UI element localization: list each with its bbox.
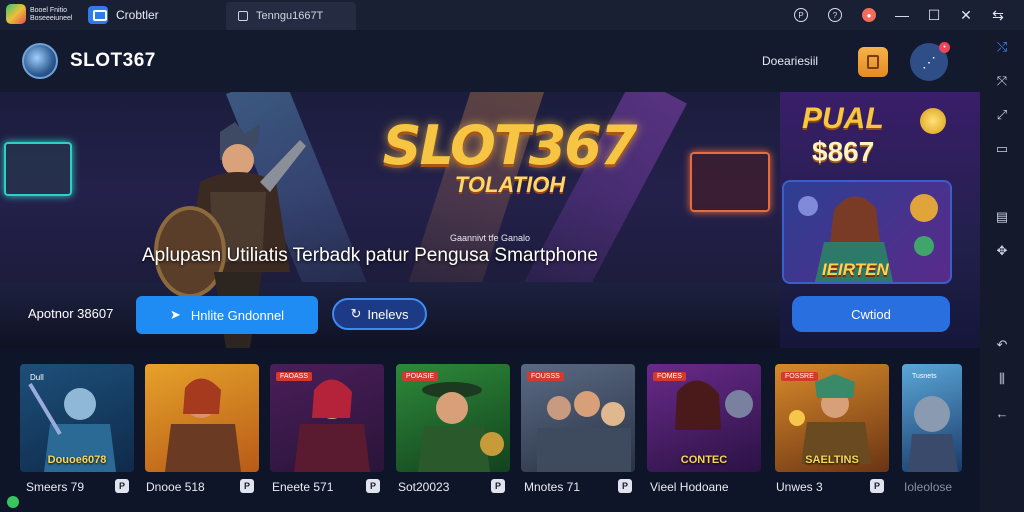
game-card[interactable]: POIASIE bbox=[396, 364, 510, 472]
note-icon[interactable]: ▤ bbox=[980, 200, 1024, 234]
avatar-badge: • bbox=[939, 42, 950, 53]
back-icon[interactable]: ↶ bbox=[980, 328, 1024, 362]
download-icon bbox=[867, 55, 879, 69]
game-art bbox=[165, 378, 241, 472]
home-app-label: Crobtler bbox=[116, 8, 159, 22]
download-button[interactable] bbox=[858, 47, 888, 77]
home-app-tab[interactable]: Crobtler bbox=[88, 6, 228, 24]
game-badge: FOSSRE bbox=[781, 372, 818, 381]
home-arrow-icon[interactable]: ← bbox=[980, 396, 1024, 430]
primary-button-label: Hnlite Gndonnel bbox=[190, 307, 285, 323]
game-art-title: Douoe6078 bbox=[47, 454, 107, 466]
expand-icon[interactable]: ⤧ bbox=[980, 64, 1024, 98]
tab-window-icon bbox=[238, 11, 248, 21]
game-label[interactable]: Dnooe 518 bbox=[146, 480, 205, 494]
titlebar-controls: P ? ● — ☐ ✕ ⇆ bbox=[784, 0, 1024, 30]
coin-icon bbox=[920, 108, 946, 134]
game-card[interactable] bbox=[145, 364, 259, 472]
secondary-button-label: Inelevs bbox=[367, 306, 409, 322]
emulator-sidebar: ⤭ ⤧ ⤢ ▭ ▤ ✥ ↶ ⫼ ← bbox=[980, 30, 1024, 512]
profile-avatar[interactable]: ⋰ • bbox=[910, 42, 950, 81]
game-badge: Dull bbox=[30, 373, 44, 382]
close-icon[interactable]: ✕ bbox=[950, 7, 982, 24]
empty-slot bbox=[980, 166, 1024, 200]
help-circle-icon[interactable]: ? bbox=[828, 8, 842, 22]
minimize-icon[interactable]: — bbox=[886, 7, 918, 23]
brand-name: SLOT367 bbox=[70, 50, 156, 71]
app-version-label: Apotnor 38607 bbox=[28, 306, 114, 321]
app-logo-icon bbox=[22, 43, 58, 79]
game-badge: POIASIE bbox=[402, 372, 439, 381]
empty-slot-2 bbox=[980, 268, 1024, 328]
tab-title: Tenngu1667T bbox=[256, 10, 324, 22]
play-store-icon[interactable]: P bbox=[366, 479, 380, 493]
promo-button[interactable]: Cwtiod bbox=[792, 296, 950, 332]
hero-banner: SLOT367 TOLATIOH Gaannivt tfe Ganalo Apl… bbox=[0, 92, 780, 348]
game-art-title: SAELTINS bbox=[805, 454, 859, 466]
game-card[interactable]: Tusnets bbox=[902, 364, 962, 472]
game-badge: FOUSSS bbox=[527, 372, 564, 381]
hero-small-tag: Gaannivt tfe Ganalo bbox=[450, 233, 531, 243]
notification-icon[interactable]: ● bbox=[862, 8, 876, 22]
puzzle-icon[interactable]: ✥ bbox=[980, 234, 1024, 268]
play-store-icon[interactable]: P bbox=[491, 479, 505, 493]
game-card[interactable]: FOUSSS bbox=[521, 364, 635, 472]
window-titlebar: Booel Fnitio Boseeeiuneel Crobtler Tenng… bbox=[0, 0, 1024, 30]
game-card[interactable]: Dull Douoe6078 bbox=[20, 364, 134, 472]
game-badge: FOMES bbox=[653, 372, 686, 381]
shuffle-icon[interactable]: ⤭ bbox=[980, 30, 1024, 64]
play-store-icon[interactable]: P bbox=[618, 479, 632, 493]
game-badge: Tusnets bbox=[912, 373, 937, 380]
game-card[interactable]: FOMES CONTEC bbox=[647, 364, 761, 472]
promo-panel: PUAL $867 IEIRTEN Cwtiod bbox=[780, 92, 980, 348]
game-label[interactable]: Smeers 79 bbox=[26, 480, 84, 494]
recents-icon[interactable]: ⫼ bbox=[980, 362, 1024, 396]
game-strip: Dull Douoe6078 FAOASS POIASIE FOUSSS FOM… bbox=[0, 348, 980, 512]
neon-sign-left bbox=[4, 142, 72, 196]
game-card[interactable]: FOSSRE SAELTINS bbox=[775, 364, 889, 472]
game-label[interactable]: Unwes 3 bbox=[776, 480, 823, 494]
game-label[interactable]: Sot20023 bbox=[398, 480, 449, 494]
game-art-title: CONTEC bbox=[680, 454, 728, 466]
play-store-icon[interactable]: P bbox=[240, 479, 254, 493]
download-primary-button[interactable]: ➤ Hnlite Gndonnel bbox=[136, 296, 318, 334]
restore-icon[interactable]: ⇆ bbox=[982, 7, 1014, 24]
play-store-icon[interactable]: P bbox=[115, 479, 129, 493]
app-header: SLOT367 Doeariesiil ⋰ • bbox=[0, 30, 980, 92]
active-app-tab[interactable]: Tenngu1667T bbox=[226, 2, 356, 30]
hero-tagline: Aplupasn Utiliatis Terbadk patur Pengusa… bbox=[142, 245, 598, 266]
play-store-icon[interactable]: P bbox=[870, 479, 884, 493]
neon-sign-right bbox=[690, 152, 770, 212]
hero-title: SLOT367 bbox=[382, 114, 638, 177]
bluestacks-logo-icon bbox=[6, 4, 26, 24]
game-badge: FAOASS bbox=[276, 372, 313, 381]
home-window-icon bbox=[88, 6, 108, 24]
game-label[interactable]: Mnotes 71 bbox=[524, 480, 580, 494]
maximize-icon[interactable]: ☐ bbox=[918, 7, 950, 24]
brand-line-1: Booel Fnitio bbox=[30, 7, 67, 14]
download-label[interactable]: Doeariesiil bbox=[762, 54, 818, 68]
hero-subtitle: TOLATIOH bbox=[454, 172, 566, 197]
pause-circle-icon[interactable]: P bbox=[794, 8, 808, 22]
secondary-button[interactable]: ↻ Inelevs bbox=[332, 298, 427, 330]
screen-icon[interactable]: ▭ bbox=[980, 132, 1024, 166]
promo-card-title: IEIRTEN bbox=[822, 260, 889, 279]
brand-line-2: Boseeeiuneel bbox=[30, 15, 73, 22]
game-label[interactable]: Eneete 571 bbox=[272, 480, 333, 494]
game-card[interactable]: FAOASS bbox=[270, 364, 384, 472]
refresh-icon: ↻ bbox=[350, 306, 362, 321]
game-label[interactable]: Ioleolose bbox=[904, 480, 952, 494]
game-label[interactable]: Vieel Hodoane bbox=[650, 480, 729, 494]
bluestack-arrow-icon: ➤ bbox=[169, 307, 181, 322]
promo-amount: $867 bbox=[812, 136, 875, 167]
status-indicator-icon bbox=[7, 496, 19, 508]
resize-icon[interactable]: ⤢ bbox=[980, 98, 1024, 132]
promo-title: PUAL bbox=[802, 102, 884, 135]
